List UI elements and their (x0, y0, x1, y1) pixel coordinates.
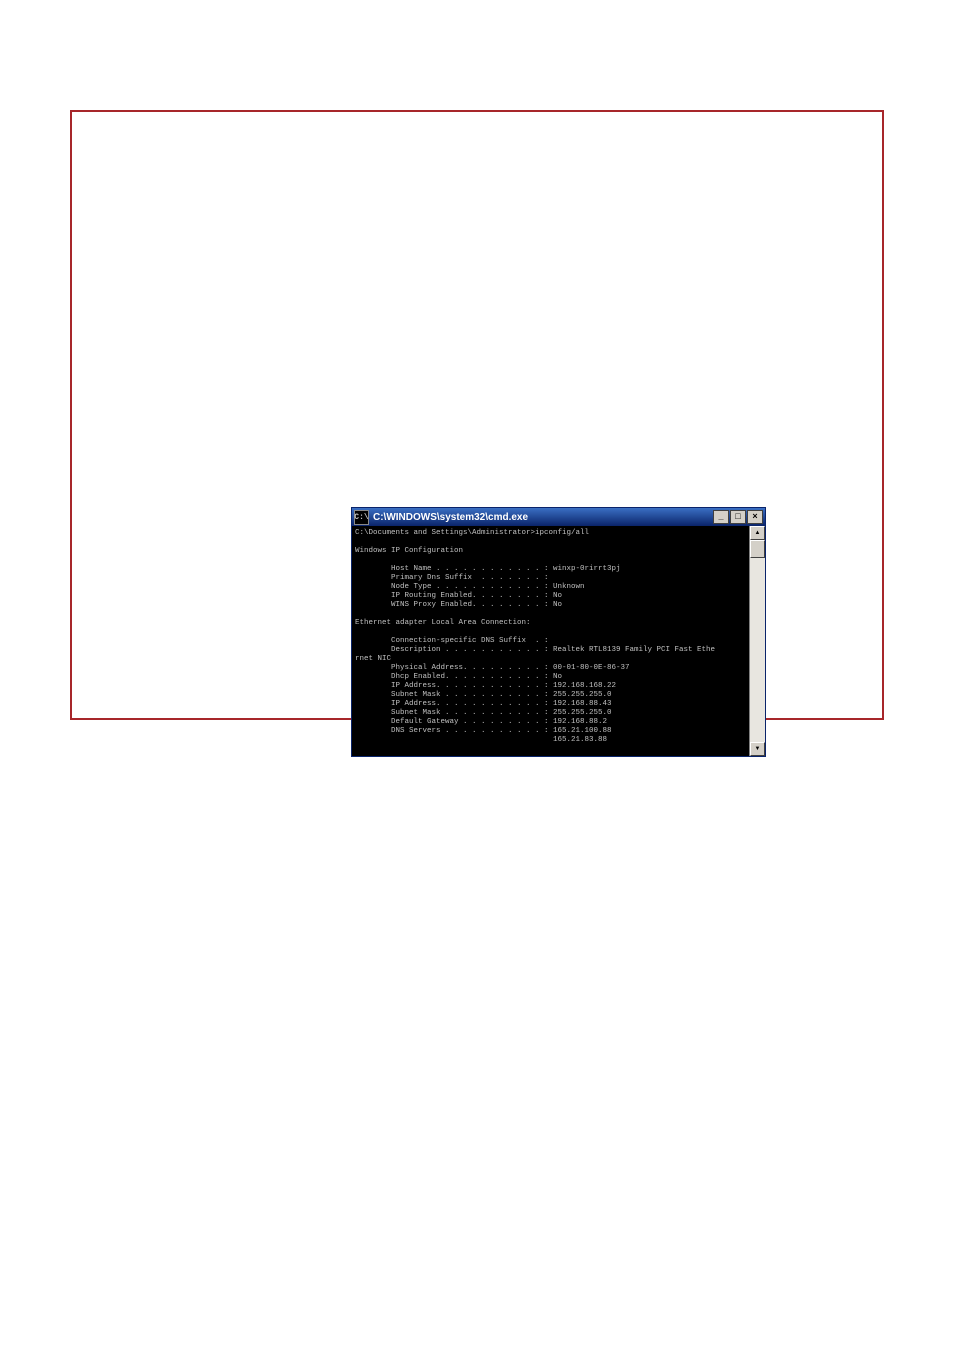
slide-frame: C:\ C:\WINDOWS\system32\cmd.exe _ □ × C:… (70, 110, 884, 720)
window-buttons: _ □ × (713, 510, 763, 524)
scroll-up-icon[interactable]: ▲ (750, 526, 765, 540)
scroll-thumb[interactable] (750, 540, 765, 558)
scroll-track[interactable] (750, 540, 765, 742)
maximize-button[interactable]: □ (730, 510, 746, 524)
vertical-scrollbar[interactable]: ▲ ▼ (749, 526, 765, 756)
scroll-down-icon[interactable]: ▼ (750, 742, 765, 756)
close-button[interactable]: × (747, 510, 763, 524)
title-bar[interactable]: C:\ C:\WINDOWS\system32\cmd.exe _ □ × (352, 508, 765, 526)
window-title: C:\WINDOWS\system32\cmd.exe (373, 512, 713, 523)
console-body: C:\Documents and Settings\Administrator>… (352, 526, 765, 756)
cmd-window: C:\ C:\WINDOWS\system32\cmd.exe _ □ × C:… (352, 508, 765, 756)
minimize-button[interactable]: _ (713, 510, 729, 524)
page: C:\ C:\WINDOWS\system32\cmd.exe _ □ × C:… (0, 0, 954, 1350)
console-output[interactable]: C:\Documents and Settings\Administrator>… (352, 526, 749, 756)
system-menu-icon[interactable]: C:\ (354, 510, 369, 525)
